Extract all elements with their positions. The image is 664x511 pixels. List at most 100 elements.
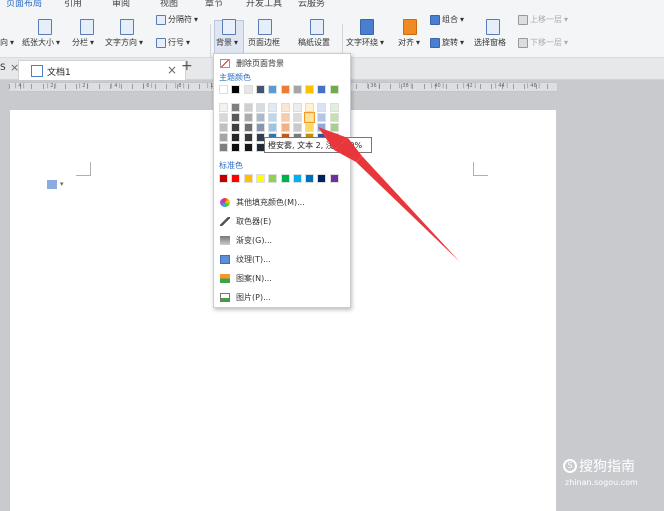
standard-color-swatch[interactable] — [280, 174, 290, 183]
theme-color-swatch[interactable] — [255, 113, 265, 122]
text-wrap-button[interactable]: 文字环绕 ▾ — [346, 37, 384, 48]
theme-color-swatch[interactable] — [219, 123, 228, 132]
theme-color-swatch[interactable] — [317, 85, 327, 94]
standard-color-swatch[interactable] — [231, 174, 241, 183]
close-icon[interactable]: × — [167, 63, 177, 77]
paragraph-layout-icon[interactable] — [47, 180, 57, 189]
ruler-label: | 38 | — [399, 83, 412, 89]
separator-button[interactable]: 分隔符 ▾ — [156, 14, 198, 25]
prev-tab-label[interactable]: S — [0, 63, 6, 73]
theme-color-swatch[interactable] — [280, 103, 290, 112]
columns-button[interactable]: 分栏 ▾ — [72, 37, 94, 48]
paper-settings-button[interactable]: 稿纸设置 — [298, 37, 330, 48]
standard-color-swatch[interactable] — [219, 174, 228, 183]
delete-page-background-item[interactable]: 删除页面背景 — [220, 56, 284, 70]
line-number-button[interactable]: 行号 ▾ — [156, 37, 190, 48]
align-button[interactable]: 对齐 ▾ — [398, 37, 420, 48]
theme-color-swatch[interactable] — [329, 103, 339, 112]
theme-color-swatch[interactable] — [255, 85, 265, 94]
theme-color-swatch[interactable] — [292, 85, 302, 94]
selection-pane-button[interactable]: 选择窗格 — [474, 37, 506, 48]
tab-review[interactable]: 审阅 — [112, 0, 130, 9]
paper-size-button[interactable]: 纸张大小 ▾ — [22, 37, 60, 48]
theme-color-swatch[interactable] — [231, 143, 241, 152]
eyedropper-item[interactable]: 取色器(E) — [220, 214, 271, 228]
theme-color-swatch[interactable] — [329, 123, 339, 132]
ruler-label: | 6 | — [143, 83, 153, 89]
ruler-label: | 8 | — [175, 83, 185, 89]
theme-color-swatch[interactable] — [231, 85, 241, 94]
gradient-item[interactable]: 渐变(G)... — [220, 233, 272, 247]
standard-color-swatch[interactable] — [305, 174, 315, 183]
theme-color-swatch[interactable] — [317, 113, 327, 122]
new-tab-plus-icon[interactable]: + — [181, 58, 193, 74]
theme-color-swatch[interactable] — [268, 85, 278, 94]
theme-color-swatch[interactable] — [317, 103, 327, 112]
theme-color-swatch[interactable] — [219, 143, 228, 152]
theme-color-swatch[interactable] — [280, 123, 290, 132]
page-border-icon — [258, 19, 272, 35]
texture-item[interactable]: 纹理(T)... — [220, 252, 271, 266]
group-button[interactable]: 组合 ▾ — [430, 14, 464, 25]
picture-item[interactable]: 图片(P)... — [220, 290, 271, 304]
theme-color-swatch[interactable] — [292, 103, 302, 112]
theme-color-swatch[interactable] — [329, 85, 339, 94]
theme-color-swatch[interactable] — [219, 133, 228, 142]
standard-color-swatch[interactable] — [292, 174, 302, 183]
theme-color-swatch[interactable] — [243, 123, 253, 132]
text-direction-button[interactable]: 文字方向 ▾ — [105, 37, 143, 48]
theme-color-swatch[interactable] — [219, 103, 228, 112]
more-fill-colors-item[interactable]: 其他填充颜色(M)... — [220, 195, 305, 209]
ruler-label: | 4 | — [111, 83, 121, 89]
tab-references[interactable]: 引用 — [64, 0, 82, 9]
theme-color-swatch[interactable] — [268, 123, 278, 132]
theme-color-swatch[interactable] — [329, 113, 339, 122]
orientation-button[interactable]: 向 ▾ — [0, 37, 14, 48]
theme-color-swatch[interactable] — [317, 123, 327, 132]
theme-color-swatch[interactable] — [305, 103, 315, 112]
theme-color-swatch[interactable] — [231, 113, 241, 122]
tab-view[interactable]: 视图 — [160, 0, 178, 9]
document-tab[interactable]: 文档1 × — [18, 60, 186, 80]
theme-color-swatch[interactable] — [231, 133, 241, 142]
page-border-button[interactable]: 页面边框 — [248, 37, 280, 48]
pattern-item[interactable]: 图案(N)... — [220, 271, 272, 285]
bring-forward-button[interactable]: 上移一层 ▾ — [518, 14, 568, 25]
background-button[interactable]: 背景 ▾ — [216, 37, 238, 48]
tab-page-layout[interactable]: 页面布局 — [6, 0, 42, 9]
theme-color-swatch[interactable] — [243, 85, 253, 94]
theme-color-swatch[interactable] — [243, 143, 253, 152]
tab-developer[interactable]: 开发工具 — [246, 0, 282, 9]
theme-color-swatch[interactable] — [305, 85, 315, 94]
theme-color-swatch[interactable] — [219, 85, 228, 94]
standard-color-swatch[interactable] — [268, 174, 278, 183]
standard-color-swatch[interactable] — [243, 174, 253, 183]
theme-color-swatch[interactable] — [219, 113, 228, 122]
tab-cloud-service[interactable]: 云服务 — [298, 0, 325, 9]
theme-color-swatch[interactable] — [231, 103, 241, 112]
theme-color-swatch[interactable] — [231, 123, 241, 132]
send-backward-button[interactable]: 下移一层 ▾ — [518, 37, 568, 48]
paper-settings-icon — [310, 19, 324, 35]
theme-color-swatch[interactable] — [243, 133, 253, 142]
theme-color-swatch[interactable] — [280, 85, 290, 94]
document-tab-title: 文档1 — [47, 68, 71, 78]
rotate-button[interactable]: 旋转 ▾ — [430, 37, 464, 48]
theme-color-swatch[interactable] — [255, 103, 265, 112]
theme-color-swatch[interactable] — [255, 123, 265, 132]
standard-color-swatch[interactable] — [317, 174, 327, 183]
group-icon — [430, 14, 440, 25]
theme-color-swatch[interactable] — [305, 123, 315, 132]
standard-color-swatch[interactable] — [329, 174, 339, 183]
theme-color-swatch[interactable] — [268, 103, 278, 112]
theme-color-swatch[interactable] — [292, 123, 302, 132]
theme-color-swatch[interactable] — [268, 113, 278, 122]
theme-color-swatch[interactable] — [280, 113, 290, 122]
chevron-down-icon[interactable]: ▾ — [60, 180, 64, 188]
theme-color-swatch[interactable] — [243, 113, 253, 122]
standard-color-swatch[interactable] — [255, 174, 265, 183]
theme-color-swatch[interactable] — [304, 112, 316, 123]
tab-chapter[interactable]: 章节 — [205, 0, 223, 9]
theme-color-swatch[interactable] — [292, 113, 302, 122]
theme-color-swatch[interactable] — [243, 103, 253, 112]
